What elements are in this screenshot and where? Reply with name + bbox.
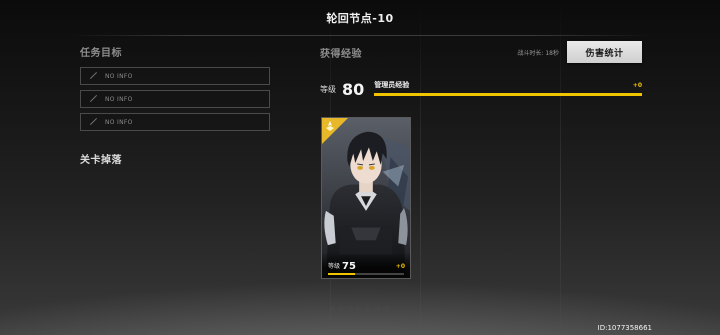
character-card[interactable]: 等级 75 +0 (321, 117, 411, 279)
objectives-list: NO INFO NO INFO NO INFO (80, 67, 270, 131)
objective-label: NO INFO (105, 118, 133, 126)
damage-stats-button[interactable]: 伤害统计 (567, 41, 642, 63)
admin-level-value: 80 (342, 80, 365, 99)
header: 轮回节点-10 (0, 0, 720, 36)
pencil-icon (89, 72, 97, 80)
battle-time: 战斗时长: 18秒 (517, 49, 559, 57)
admin-exp-label: 管理员经验 (374, 81, 410, 89)
experience-title: 获得经验 (320, 48, 362, 60)
sniper-class-icon (326, 121, 334, 131)
objectives-title: 任务目标 (80, 48, 122, 59)
objective-item: NO INFO (80, 113, 270, 131)
experience-panel: 获得经验 战斗时长: 18秒 伤害统计 等级 80 管理员经验 +0 (320, 40, 642, 98)
admin-level-label: 等级 (320, 85, 336, 94)
objective-label: NO INFO (105, 95, 133, 103)
objective-label: NO INFO (105, 72, 133, 80)
card-level-value: 75 (342, 261, 356, 272)
objective-item: NO INFO (80, 67, 270, 85)
admin-exp-bar (374, 93, 642, 96)
card-exp-bar (328, 273, 404, 275)
admin-exp-gain: +0 (632, 82, 642, 89)
admin-level-row: 等级 80 管理员经验 +0 (320, 78, 642, 98)
card-level-label: 等级 (328, 263, 341, 270)
card-exp-gain: +0 (395, 263, 405, 270)
stage-title: 轮回节点-10 (326, 12, 394, 25)
pencil-icon (89, 118, 97, 126)
user-id: ID:1077358661 (597, 324, 652, 332)
experience-header-right: 战斗时长: 18秒 伤害统计 (517, 41, 642, 63)
admin-exp-bar-fill (374, 93, 642, 96)
stage-drops-title: 关卡掉落 (80, 155, 122, 166)
experience-header: 获得经验 战斗时长: 18秒 伤害统计 (320, 40, 642, 64)
pencil-icon (89, 95, 97, 103)
card-exp-bar-fill (328, 273, 355, 275)
left-panel: 任务目标 NO INFO NO INFO NO INFO 关卡掉落 (80, 44, 270, 166)
objective-item: NO INFO (80, 90, 270, 108)
header-divider (70, 35, 650, 36)
admin-exp-bar-area: 管理员经验 +0 (374, 78, 642, 98)
tap-to-continue-hint: 点击空白处继续 (328, 306, 392, 314)
